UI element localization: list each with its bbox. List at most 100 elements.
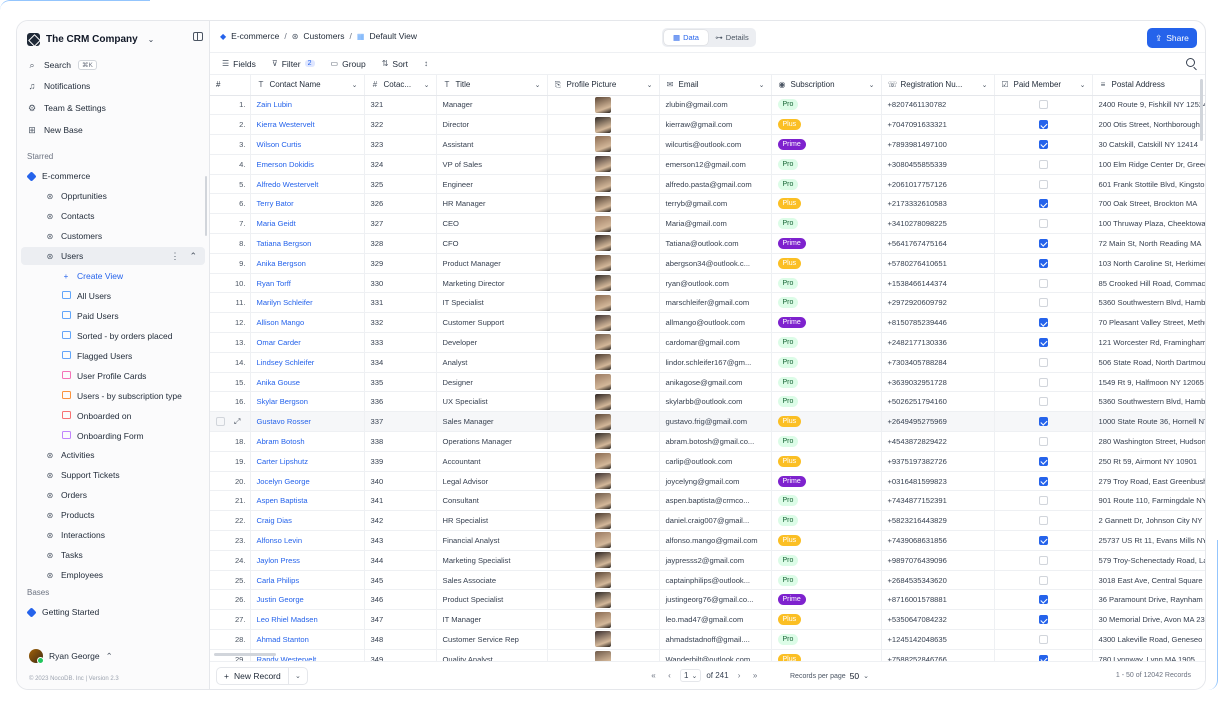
cell-contact-number[interactable]: 333 bbox=[364, 332, 437, 353]
cell-title[interactable]: Developer bbox=[436, 332, 548, 353]
cell-title[interactable]: Manager bbox=[436, 95, 548, 116]
cell-postal-address[interactable]: 901 Route 110, Farmingdale NY bbox=[1092, 490, 1205, 512]
sidebar-table-item[interactable]: ⊛ Orders bbox=[45, 486, 87, 504]
cell-postal-address[interactable]: 1000 State Route 36, Hornell NY bbox=[1092, 411, 1205, 433]
cell-paid-member[interactable] bbox=[994, 451, 1093, 472]
cell-postal-address[interactable]: 30 Memorial Drive, Avon MA 2322 bbox=[1092, 609, 1205, 631]
cell-profile-picture[interactable] bbox=[547, 530, 660, 551]
records-per-page[interactable]: Records per page 50 ⌄ bbox=[790, 671, 869, 681]
table-row[interactable]: 1. Zain Lubin 321 Manager zlubin@gmail.com Pr… bbox=[210, 95, 1205, 116]
cell-postal-address[interactable]: 25737 US Rt 11, Evans Mills NY bbox=[1092, 530, 1205, 551]
cell-profile-picture[interactable] bbox=[547, 193, 660, 215]
table-row[interactable]: 6. Terry Bator 326 HR Manager terryb@gmail.c… bbox=[210, 193, 1205, 215]
sidebar-table-item[interactable]: ⊛ Tasks bbox=[45, 546, 83, 564]
cell-contact-name[interactable]: Gustavo Rosser bbox=[250, 411, 365, 433]
cell-contact-name[interactable]: Aspen Baptista bbox=[250, 490, 365, 512]
cell-registration-number[interactable]: +2173332610583 bbox=[881, 193, 995, 215]
cell-contact-name[interactable]: Leo Rhiel Madsen bbox=[250, 609, 365, 631]
cell-title[interactable]: Product Specialist bbox=[436, 589, 548, 611]
cell-title[interactable]: Financial Analyst bbox=[436, 530, 548, 551]
cell-registration-number[interactable]: +9375197382726 bbox=[881, 451, 995, 472]
table-row[interactable]: 3. Wilson Curtis 323 Assistant wilcurtis@out… bbox=[210, 134, 1205, 155]
table-row[interactable]: 25. Carla Philips 345 Sales Associate captai… bbox=[210, 570, 1205, 591]
breadcrumb-view[interactable]: Default View bbox=[369, 31, 417, 41]
cell-paid-member[interactable] bbox=[994, 193, 1093, 215]
row-select-cell[interactable]: ⤢ bbox=[210, 411, 251, 433]
sort-button[interactable]: ⇅ Sort bbox=[382, 59, 408, 69]
cell-email[interactable]: justingeorg76@gmail.co... bbox=[659, 589, 772, 611]
paid-member-checkbox[interactable] bbox=[1038, 634, 1048, 644]
cell-title[interactable]: Accountant bbox=[436, 451, 548, 472]
cell-registration-number[interactable]: +5026251794160 bbox=[881, 391, 995, 413]
column-header-contact-number[interactable]: # Cotac... ⌄ bbox=[364, 75, 437, 96]
cell-contact-name[interactable]: Maria Geidt bbox=[250, 213, 365, 235]
cell-paid-member[interactable] bbox=[994, 213, 1093, 235]
cell-contact-name[interactable]: Ryan Torff bbox=[250, 273, 365, 294]
chevron-down-icon[interactable]: ⌄ bbox=[869, 81, 875, 89]
chevron-up-icon[interactable]: ⌃ bbox=[189, 251, 197, 262]
prev-page-icon[interactable]: ‹ bbox=[664, 670, 675, 682]
cell-postal-address[interactable]: 72 Main St, North Reading MA bbox=[1092, 233, 1205, 254]
cell-title[interactable]: Engineer bbox=[436, 174, 548, 195]
cell-subscription[interactable]: Pro bbox=[771, 352, 882, 373]
cell-subscription[interactable]: Pro bbox=[771, 510, 882, 532]
cell-title[interactable]: Designer bbox=[436, 372, 548, 393]
cell-contact-name[interactable]: Zain Lubin bbox=[250, 95, 365, 116]
paid-member-checkbox[interactable] bbox=[1038, 436, 1048, 446]
cell-paid-member[interactable] bbox=[994, 233, 1093, 254]
cell-subscription[interactable]: Pro bbox=[771, 174, 882, 195]
cell-contact-name[interactable]: Anika Gouse bbox=[250, 372, 365, 393]
row-checkbox[interactable] bbox=[216, 417, 225, 427]
cell-registration-number[interactable]: +5641767475164 bbox=[881, 233, 995, 254]
cell-contact-number[interactable]: 330 bbox=[364, 273, 437, 294]
cell-profile-picture[interactable] bbox=[547, 609, 660, 631]
cell-paid-member[interactable] bbox=[994, 292, 1093, 314]
cell-registration-number[interactable]: +0316481599823 bbox=[881, 471, 995, 492]
cell-profile-picture[interactable] bbox=[547, 154, 660, 175]
cell-contact-number[interactable]: 324 bbox=[364, 154, 437, 175]
cell-postal-address[interactable]: 200 Otis Street, Northborough bbox=[1092, 114, 1205, 136]
column-header-contact-name[interactable]: T Contact Name ⌄ bbox=[250, 75, 365, 96]
cell-profile-picture[interactable] bbox=[547, 134, 660, 155]
cell-postal-address[interactable]: 100 Thruway Plaza, Cheektowaga bbox=[1092, 213, 1205, 235]
cell-email[interactable]: ryan@outlook.com bbox=[659, 273, 772, 294]
user-menu[interactable]: Ryan George ⌃ bbox=[29, 649, 113, 664]
cell-profile-picture[interactable] bbox=[547, 391, 660, 413]
chevron-down-icon[interactable]: ⌄ bbox=[982, 81, 988, 89]
sidebar-table-users[interactable]: ⊛ Users ⋮ ⌃ bbox=[21, 247, 205, 265]
table-row[interactable]: 7. Maria Geidt 327 CEO Maria@gmail.com Pro +34… bbox=[210, 213, 1205, 235]
cell-contact-number[interactable]: 349 bbox=[364, 649, 437, 661]
cell-registration-number[interactable]: +2482177130336 bbox=[881, 332, 995, 353]
cell-contact-number[interactable]: 340 bbox=[364, 471, 437, 492]
paid-member-checkbox[interactable] bbox=[1038, 278, 1048, 288]
cell-email[interactable]: ahmadstadnoff@gmail.... bbox=[659, 629, 772, 650]
cell-title[interactable]: Quality Analyst bbox=[436, 649, 548, 661]
cell-postal-address[interactable]: 579 Troy-Schenectady Road, Latham bbox=[1092, 550, 1205, 571]
cell-paid-member[interactable] bbox=[994, 490, 1093, 512]
cell-contact-number[interactable]: 342 bbox=[364, 510, 437, 532]
cell-paid-member[interactable] bbox=[994, 589, 1093, 611]
cell-contact-number[interactable]: 344 bbox=[364, 550, 437, 571]
cell-subscription[interactable]: Prime bbox=[771, 471, 882, 492]
table-row[interactable]: 15. Anika Gouse 335 Designer anikagose@gmail… bbox=[210, 372, 1205, 393]
cell-title[interactable]: Marketing Director bbox=[436, 273, 548, 294]
sidebar-table-item[interactable]: ⊛ Activities bbox=[45, 446, 95, 464]
sidebar-table-item[interactable]: ⊛ Customers bbox=[45, 227, 102, 245]
cell-subscription[interactable]: Pro bbox=[771, 391, 882, 413]
fields-button[interactable]: ☰ Fields bbox=[222, 59, 256, 69]
new-record-button[interactable]: + New Record ⌄ bbox=[216, 667, 308, 685]
breadcrumb-table[interactable]: Customers bbox=[303, 31, 344, 41]
chevron-down-icon[interactable]: ⌄ bbox=[647, 81, 653, 89]
cell-contact-number[interactable]: 325 bbox=[364, 174, 437, 195]
cell-title[interactable]: Product Manager bbox=[436, 253, 548, 274]
cell-email[interactable]: cardomar@gmail.com bbox=[659, 332, 772, 353]
sidebar-view-item[interactable]: Onboarded on bbox=[61, 407, 131, 425]
cell-email[interactable]: daniel.craig007@gmail... bbox=[659, 510, 772, 532]
sidebar-view-item[interactable]: Flagged Users bbox=[61, 347, 132, 365]
cell-paid-member[interactable] bbox=[994, 253, 1093, 274]
cell-contact-number[interactable]: 337 bbox=[364, 411, 437, 433]
cell-contact-number[interactable]: 327 bbox=[364, 213, 437, 235]
table-row[interactable]: 13. Omar Carder 333 Developer cardomar@gmail… bbox=[210, 332, 1205, 353]
share-button[interactable]: ⇪ Share bbox=[1147, 28, 1197, 48]
cell-contact-name[interactable]: Kierra Westervelt bbox=[250, 114, 365, 136]
